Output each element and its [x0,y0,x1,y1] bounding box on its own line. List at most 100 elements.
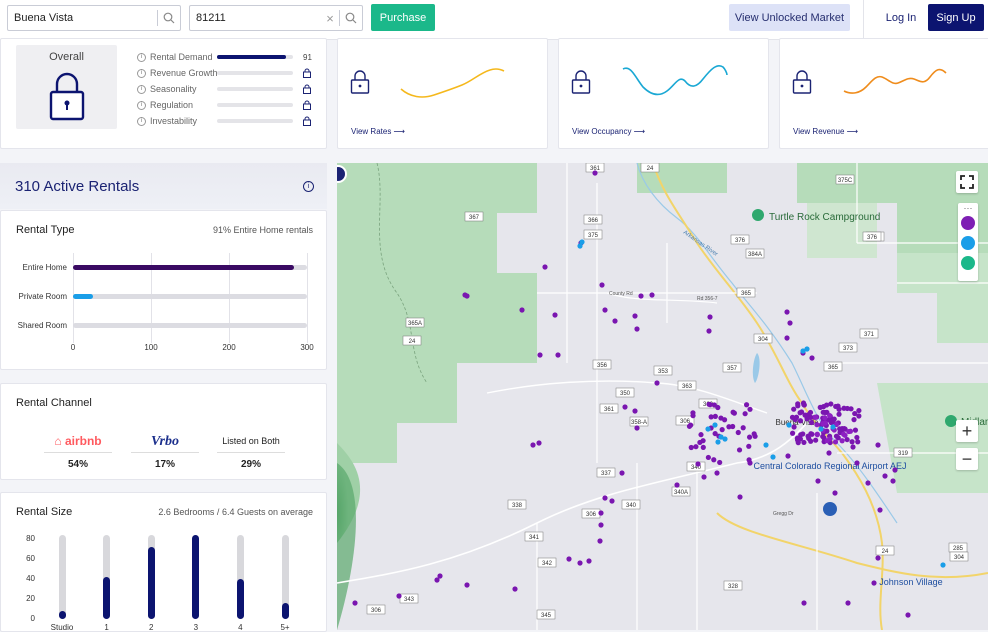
view-revenue-link[interactable]: View Revenue ⟶ [793,127,858,136]
rental-marker[interactable] [711,402,717,408]
rental-marker[interactable] [770,454,776,460]
rental-marker[interactable] [519,307,525,313]
view-rates-link[interactable]: View Rates ⟶ [351,127,405,136]
rental-marker[interactable] [632,408,638,414]
rental-marker[interactable] [530,442,536,448]
info-icon[interactable]: i [137,52,146,62]
rental-marker[interactable] [721,417,728,423]
location-search[interactable]: Buena Vista [7,5,181,31]
rental-marker[interactable] [711,457,717,463]
rental-marker[interactable] [352,600,358,606]
rental-marker[interactable] [871,580,877,586]
rental-marker[interactable] [737,494,743,500]
rental-marker[interactable] [797,436,804,442]
rental-marker[interactable] [577,560,583,566]
rental-marker[interactable] [686,423,693,429]
rental-marker[interactable] [700,444,706,450]
rental-marker[interactable] [695,461,701,467]
rental-marker[interactable] [688,444,694,451]
rental-marker[interactable] [830,424,836,430]
rental-marker[interactable] [847,428,854,434]
more-icon[interactable]: ··· [958,203,978,213]
campground-marker[interactable] [752,209,764,221]
rental-marker[interactable] [632,313,638,319]
rental-marker[interactable] [592,170,598,176]
rental-marker[interactable] [434,577,440,583]
rental-marker[interactable] [654,380,660,386]
rental-marker[interactable] [875,555,881,561]
search-icon[interactable] [340,6,362,30]
rental-marker[interactable] [708,414,714,420]
rental-marker[interactable] [805,433,811,439]
rental-marker[interactable] [851,417,857,423]
rental-marker[interactable] [612,318,618,324]
rental-marker[interactable] [763,442,769,448]
location-input[interactable]: Buena Vista [8,12,157,24]
rental-marker[interactable] [722,436,728,442]
rental-type-bar[interactable] [73,294,94,299]
rental-marker[interactable] [622,404,628,410]
rental-marker[interactable] [746,443,752,449]
rental-size-bar[interactable] [236,578,244,619]
rental-marker[interactable] [705,426,711,432]
search-icon[interactable] [158,6,180,30]
purple-layer-icon[interactable] [961,216,975,230]
map-canvas[interactable]: 361 24 367 366 375 376 371 384A 365 365A 24 304 365 3… [337,163,988,630]
rental-marker[interactable] [599,282,605,288]
rental-size-bar[interactable] [147,547,155,619]
rental-marker[interactable] [566,556,572,562]
rental-marker[interactable] [832,490,838,496]
rental-marker[interactable] [815,478,821,484]
fullscreen-button[interactable] [956,171,978,193]
rental-marker[interactable] [822,415,828,421]
rentals-map[interactable]: 361 24 367 366 375 376 371 384A 365 365A 24 304 365 3… [337,163,988,630]
rental-marker[interactable] [875,442,881,448]
rental-marker[interactable] [833,433,840,439]
rental-marker[interactable] [808,414,814,420]
rental-marker[interactable] [731,410,737,416]
rental-marker[interactable] [890,478,896,484]
rental-marker[interactable] [555,352,561,358]
rental-marker[interactable] [814,422,820,428]
rental-type-bar[interactable] [73,265,294,270]
rental-marker[interactable] [746,434,753,440]
rental-marker[interactable] [586,558,592,564]
view-unlocked-market-button[interactable]: View Unlocked Market [729,4,850,31]
rental-marker[interactable] [845,600,851,606]
rental-marker[interactable] [854,434,860,441]
purchase-button[interactable]: Purchase [371,4,435,31]
rental-marker[interactable] [856,407,862,414]
rental-marker[interactable] [812,414,819,420]
rental-marker[interactable] [602,495,608,501]
rental-marker[interactable] [809,355,815,361]
rental-marker[interactable] [784,335,790,341]
rental-marker[interactable] [823,402,830,408]
rental-marker[interactable] [826,450,832,456]
rental-marker[interactable] [795,403,801,409]
rental-marker[interactable] [797,418,804,424]
rental-marker[interactable] [542,264,548,270]
rental-marker[interactable] [746,457,752,463]
rental-marker[interactable] [706,328,712,334]
rental-marker[interactable] [536,440,542,446]
rental-marker[interactable] [855,439,861,445]
rental-marker[interactable] [787,320,793,326]
rental-marker[interactable] [832,439,839,445]
rental-marker[interactable] [742,411,748,417]
rental-marker[interactable] [512,586,518,592]
rental-marker[interactable] [833,403,839,410]
rental-marker[interactable] [464,293,470,299]
rental-marker[interactable] [827,436,833,442]
zip-input[interactable]: 81211 [190,12,321,24]
rental-marker[interactable] [882,473,888,479]
rental-marker[interactable] [602,307,608,313]
rental-marker[interactable] [598,510,604,516]
view-occupancy-link[interactable]: View Occupancy ⟶ [572,127,645,136]
rental-size-bar[interactable] [281,602,289,619]
rental-marker[interactable] [839,438,845,444]
rental-marker[interactable] [802,412,808,418]
rental-marker[interactable] [814,431,820,437]
rental-marker[interactable] [905,612,911,618]
zip-search[interactable]: 81211 × [189,5,363,31]
rental-marker[interactable] [714,470,720,476]
